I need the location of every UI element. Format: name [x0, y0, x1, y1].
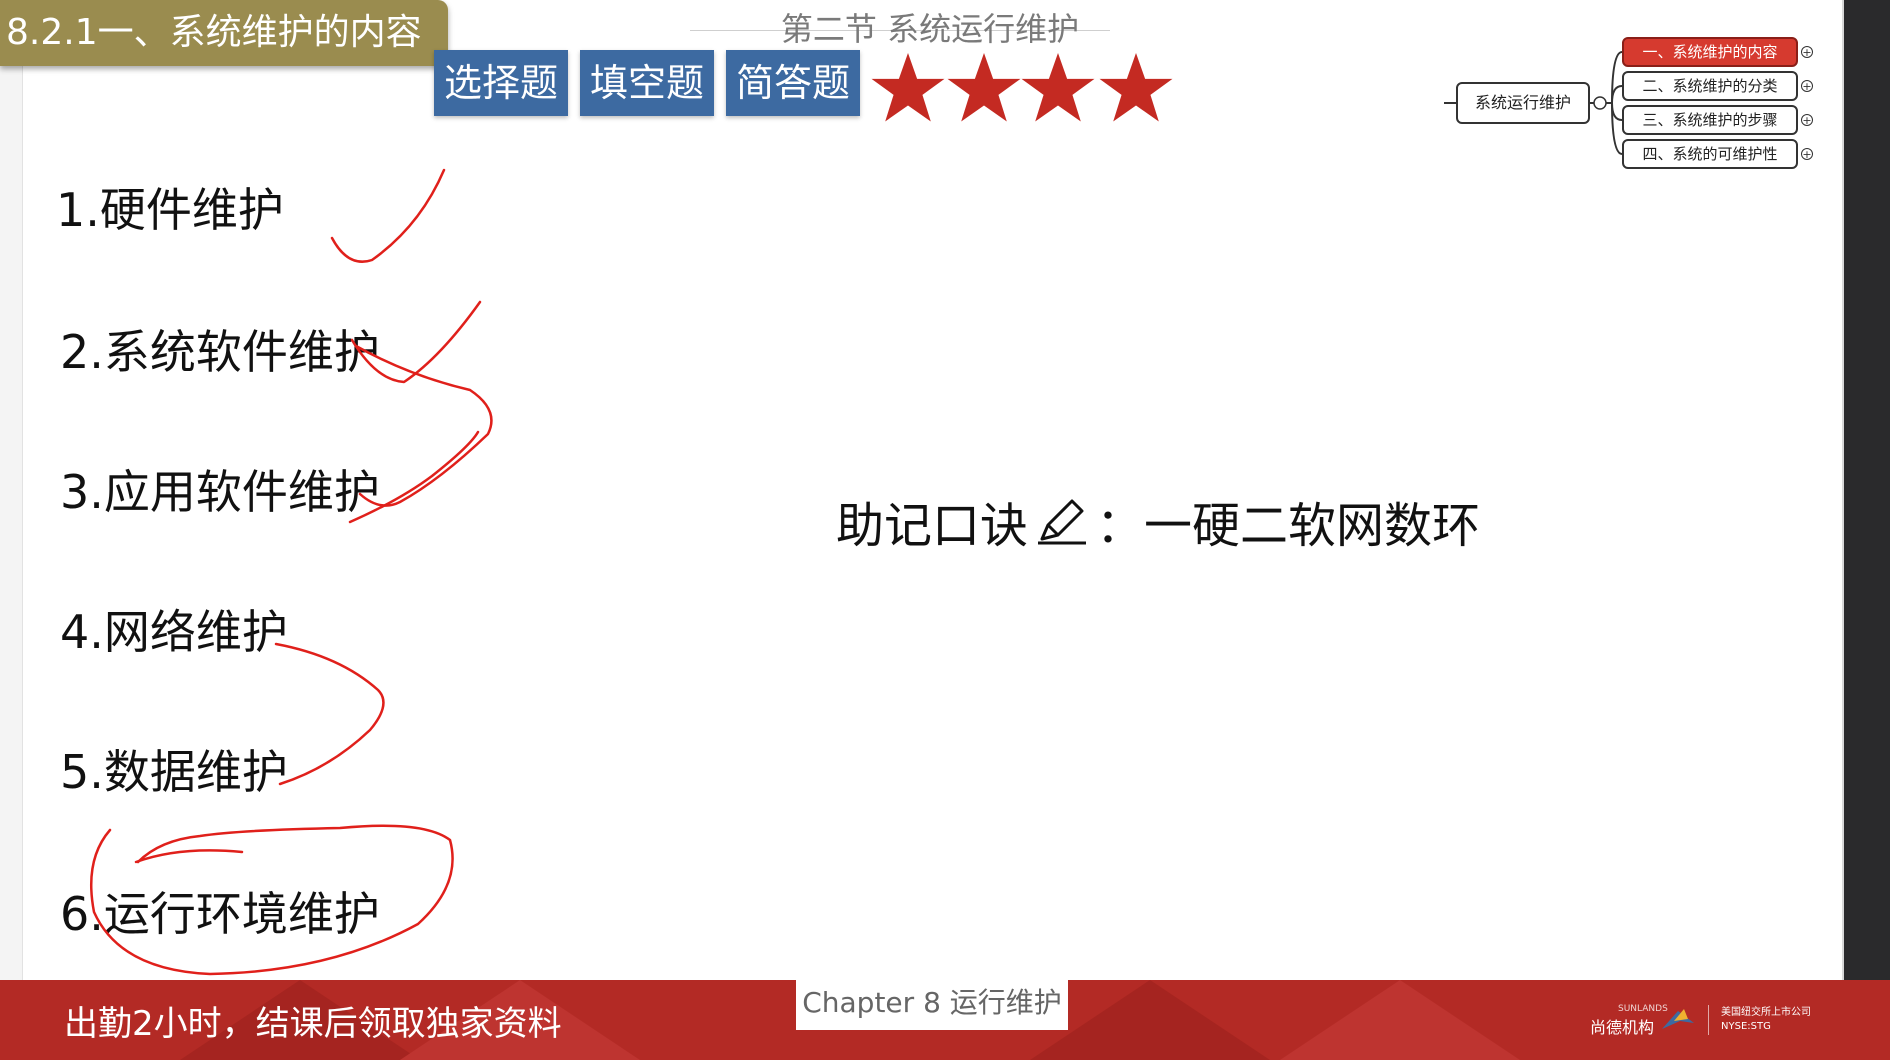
star-icon [1021, 53, 1095, 122]
item-hardware-maintenance: 1.硬件维护 [56, 183, 284, 237]
item-network-maintenance: 4.网络维护 [60, 605, 288, 659]
question-type-multiple-choice[interactable]: 选择题 [434, 50, 568, 116]
mindmap-node-content[interactable]: 一、系统维护的内容 [1622, 37, 1798, 67]
mnemonic-text: 一硬二软网数环 [1144, 498, 1481, 554]
mnemonic-colon: ： [1096, 498, 1145, 554]
left-margin [0, 0, 22, 980]
left-border-line [22, 0, 23, 980]
brand-logo: SUNLANDS 尚德机构 美国纽交所上市公司 NYSE:STG [1590, 1000, 1811, 1040]
brand-sub: SUNLANDS [1618, 1004, 1668, 1014]
question-type-fill-blank[interactable]: 填空题 [580, 50, 714, 116]
brand-listing-line2: NYSE:STG [1721, 1021, 1771, 1032]
section-tag: 8.2.1一、系统维护的内容 [0, 0, 448, 66]
chapter-label: Chapter 8 运行维护 [796, 976, 1068, 1030]
star-icon [1099, 53, 1173, 122]
mnemonic-label: 助记口诀 [836, 498, 1029, 554]
checkmark-1 [330, 168, 446, 263]
question-type-short-answer[interactable]: 简答题 [726, 50, 860, 116]
brace-4-5 [274, 642, 385, 786]
item-environment-maintenance: 6.运行环境维护 [60, 887, 380, 941]
mindmap-node-maintainability[interactable]: 四、系统的可维护性 [1622, 139, 1798, 169]
brand-listing-line1: 美国纽交所上市公司 [1721, 1007, 1812, 1018]
item-application-software-maintenance: 3.应用软件维护 [60, 465, 380, 519]
pen-icon [1038, 499, 1087, 545]
expand-icon[interactable]: + [1801, 148, 1813, 160]
expand-icon[interactable]: + [1801, 114, 1813, 126]
slide-canvas: 第二节 系统运行维护 8.2.1一、系统维护的内容 选择题 填空题 简答题 系统… [0, 0, 1890, 1060]
underline-stroke-6 [134, 849, 244, 864]
expand-icon[interactable]: + [1801, 46, 1813, 58]
footer-attendance-text: 出勤2小时，结课后领取独家资料 [64, 1004, 562, 1044]
expand-icon[interactable]: + [1801, 80, 1813, 92]
mindmap-node-steps[interactable]: 三、系统维护的步骤 [1622, 105, 1798, 135]
item-data-maintenance: 5.数据维护 [60, 745, 288, 799]
star-icon [871, 53, 945, 122]
mindmap-root[interactable]: 系统运行维护 [1456, 82, 1590, 124]
brand-divider [1708, 1005, 1710, 1035]
mindmap-node-classification[interactable]: 二、系统维护的分类 [1622, 71, 1798, 101]
item-system-software-maintenance: 2.系统软件维护 [60, 325, 380, 379]
right-dark-strip [1844, 0, 1890, 1060]
mnemonic: 助记口诀 ： 一硬二软网数环 [836, 486, 1480, 556]
star-icon [947, 53, 1021, 122]
section-title: 第二节 系统运行维护 [780, 10, 1080, 48]
brand-listing: 美国纽交所上市公司 NYSE:STG [1721, 1006, 1811, 1034]
